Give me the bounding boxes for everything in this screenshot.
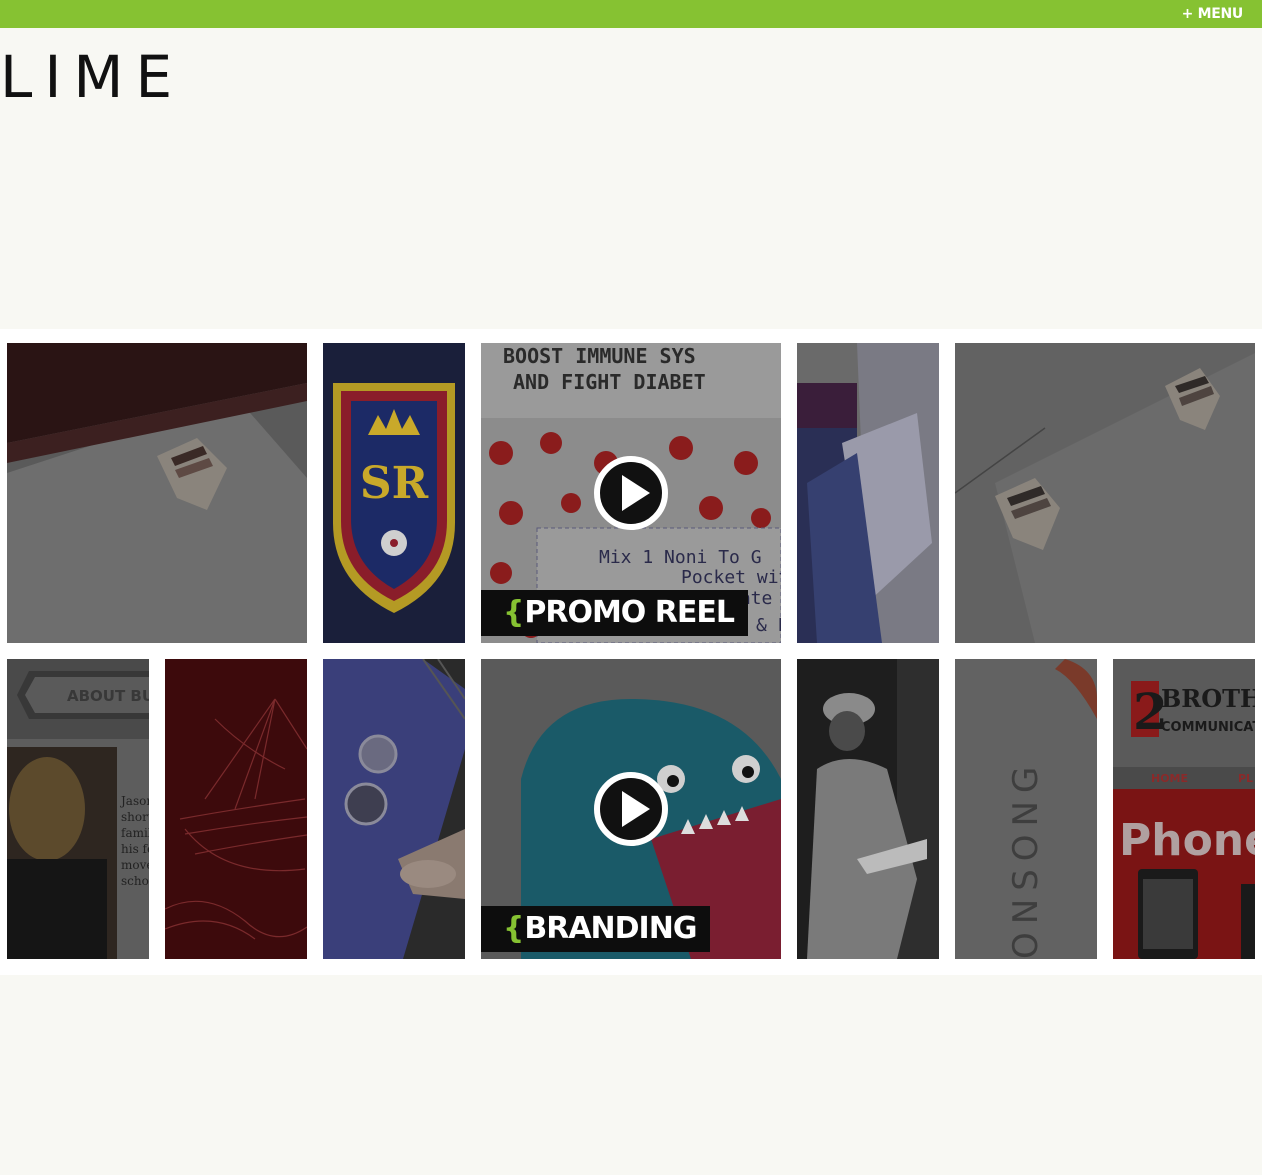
portfolio-tile-branding[interactable]: {BRANDING <box>481 659 781 959</box>
caption-label: BRANDING <box>524 911 697 946</box>
stationery-thumbnail <box>7 343 307 643</box>
brochure-thumbnail <box>797 343 939 643</box>
rsl-letters: SR <box>360 458 429 509</box>
portfolio-tile-promo-reel[interactable]: BOOST IMMUNE SYS AND FIGHT DIABET Mix 1 … <box>481 343 781 643</box>
page-background <box>0 975 1262 1175</box>
portfolio-tile-letterhead[interactable] <box>955 343 1255 643</box>
about-text-line: schoo <box>121 874 149 888</box>
portfolio-tile-onsong[interactable]: ONSONG <box>955 659 1097 959</box>
watch-catalog-thumbnail <box>323 659 465 959</box>
logo[interactable]: LIME <box>0 42 184 112</box>
card-text-4: Pocket with <box>681 567 781 588</box>
portfolio-tile-ship[interactable] <box>165 659 307 959</box>
play-icon[interactable] <box>593 771 669 847</box>
portfolio-tile-worker[interactable] <box>797 659 939 959</box>
about-thumbnail: ABOUT BUCK Jason short famil his fe move… <box>7 659 149 959</box>
brand-nav-pl: PL <box>1238 772 1253 785</box>
two-brothers-site-thumbnail: 2 BROTH COMMUNICAT HOME PL Phone <box>1113 659 1255 959</box>
portfolio-tile-brochure[interactable] <box>797 343 939 643</box>
portfolio-tile-rsl[interactable]: SR <box>323 343 465 643</box>
portfolio-tile-about[interactable]: ABOUT BUCK Jason short famil his fe move… <box>7 659 149 959</box>
ship-illustration-thumbnail <box>165 659 307 959</box>
about-text-line: move <box>121 858 149 872</box>
caption-label: PROMO REEL <box>524 595 735 630</box>
brand-sub: COMMUNICAT <box>1161 720 1255 735</box>
caption-brace: { <box>503 595 524 630</box>
about-text-line: Jason <box>119 794 149 808</box>
card-text-2: AND FIGHT DIABET <box>513 370 706 394</box>
about-banner-text: ABOUT BUCK <box>67 687 149 705</box>
caption-brace: { <box>503 911 524 946</box>
promo-reel-caption[interactable]: {PROMO REEL <box>481 590 748 636</box>
portfolio-tile-stationery[interactable] <box>7 343 307 643</box>
portfolio-tile-two-brothers[interactable]: 2 BROTH COMMUNICAT HOME PL Phone <box>1113 659 1255 959</box>
about-text-line: his fe <box>121 842 149 856</box>
brand-name: BROTH <box>1161 684 1255 713</box>
card-text-3: Mix 1 Noni To G <box>599 547 762 568</box>
portfolio-tile-watch[interactable] <box>323 659 465 959</box>
onsong-logo-text: ONSONG <box>1006 759 1046 959</box>
card-text-1: BOOST IMMUNE SYS <box>503 344 696 368</box>
rsl-crest-thumbnail: SR <box>323 343 465 643</box>
about-text-line: famil <box>121 826 149 840</box>
about-text-line: short <box>121 810 149 824</box>
portfolio-grid: SR BOOST IMMUNE SYS AND FIGHT DIABET Mix… <box>0 329 1262 975</box>
play-icon[interactable] <box>593 455 669 531</box>
brand-headline: Phone <box>1119 815 1255 866</box>
menu-button[interactable]: + MENU <box>1182 5 1244 23</box>
brand-nav-home: HOME <box>1151 772 1188 785</box>
worker-photo-thumbnail <box>797 659 939 959</box>
branding-caption[interactable]: {BRANDING <box>481 906 711 952</box>
onsong-thumbnail: ONSONG <box>955 659 1097 959</box>
letterhead-thumbnail <box>955 343 1255 643</box>
top-bar: + MENU <box>0 0 1262 28</box>
